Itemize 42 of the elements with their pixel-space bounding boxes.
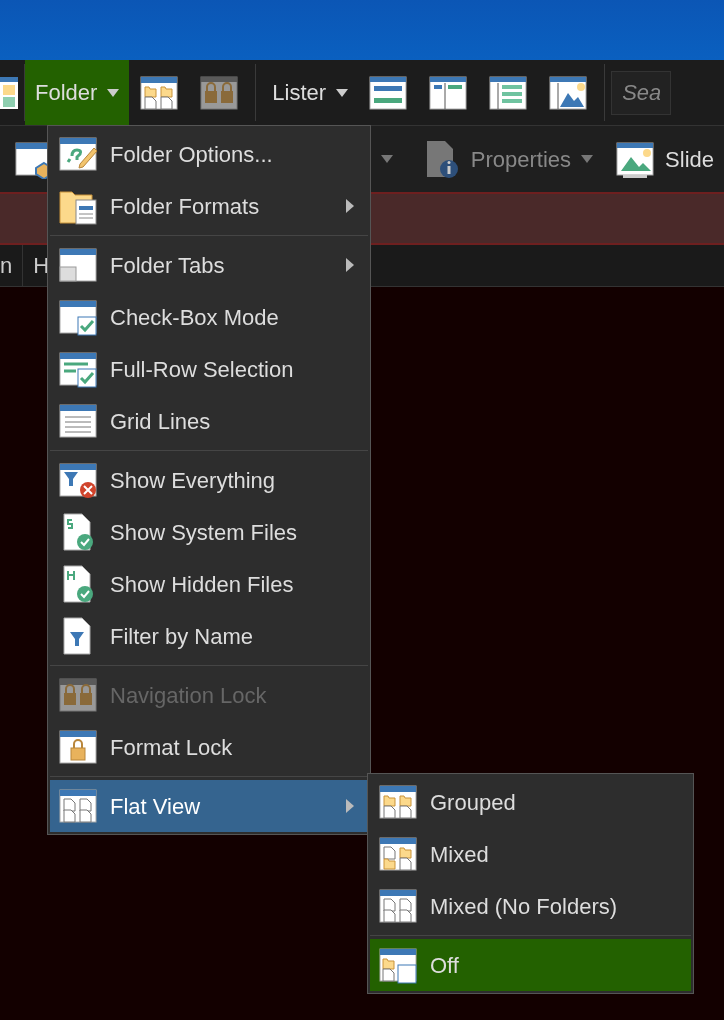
menu-item-icon — [378, 945, 418, 985]
menu-item-icon — [58, 786, 98, 826]
folder-menu-button[interactable]: Folder — [25, 60, 130, 125]
menu-item[interactable]: Off — [370, 939, 691, 991]
submenu-arrow-icon — [346, 199, 354, 213]
menu-item-icon — [378, 886, 418, 926]
menu-item[interactable]: Folder Formats — [50, 180, 368, 232]
menu-item[interactable]: Grouped — [370, 776, 691, 828]
menu-item-icon — [378, 782, 418, 822]
submenu-arrow-icon — [346, 258, 354, 272]
tab[interactable]: n — [0, 245, 24, 286]
caret-icon — [380, 155, 393, 163]
menu-item-icon — [58, 349, 98, 389]
menu-item[interactable]: Filter by Name — [50, 610, 368, 662]
search-field[interactable]: Sea — [611, 70, 672, 115]
menu-item[interactable]: Show System Files — [50, 506, 368, 558]
menu-item-icon — [58, 134, 98, 174]
submenu-arrow-icon — [346, 799, 354, 813]
menu-item-icon — [58, 675, 98, 715]
menu-item[interactable]: Full-Row Selection — [50, 343, 368, 395]
menu-item-icon — [58, 727, 98, 767]
menu-item[interactable]: Mixed (No Folders) — [370, 880, 691, 932]
menu-item[interactable]: Format Lock — [50, 721, 368, 773]
menu-item-icon — [58, 245, 98, 285]
layout-icon — [0, 76, 18, 109]
caret-icon — [581, 155, 594, 163]
menu-item[interactable]: Mixed — [370, 828, 691, 880]
menu-item-icon — [58, 460, 98, 500]
menu-item[interactable]: Flat View — [50, 780, 368, 832]
menu-item-icon — [378, 834, 418, 874]
menu-item[interactable]: Grid Lines — [50, 395, 368, 447]
menu-item-icon — [58, 401, 98, 441]
menu-item[interactable]: Show Hidden Files — [50, 558, 368, 610]
menu-item[interactable]: Check-Box Mode — [50, 291, 368, 343]
picture-icon — [615, 139, 656, 179]
caret-icon — [107, 88, 120, 97]
menu-item[interactable]: Show Everything — [50, 454, 368, 506]
caret-icon — [336, 88, 349, 97]
slideshow-button[interactable]: Slide — [605, 126, 724, 192]
menu-item[interactable]: Folder Options... — [50, 128, 368, 180]
menu-item-icon — [58, 297, 98, 337]
lister-button[interactable]: Lister — [262, 60, 359, 125]
